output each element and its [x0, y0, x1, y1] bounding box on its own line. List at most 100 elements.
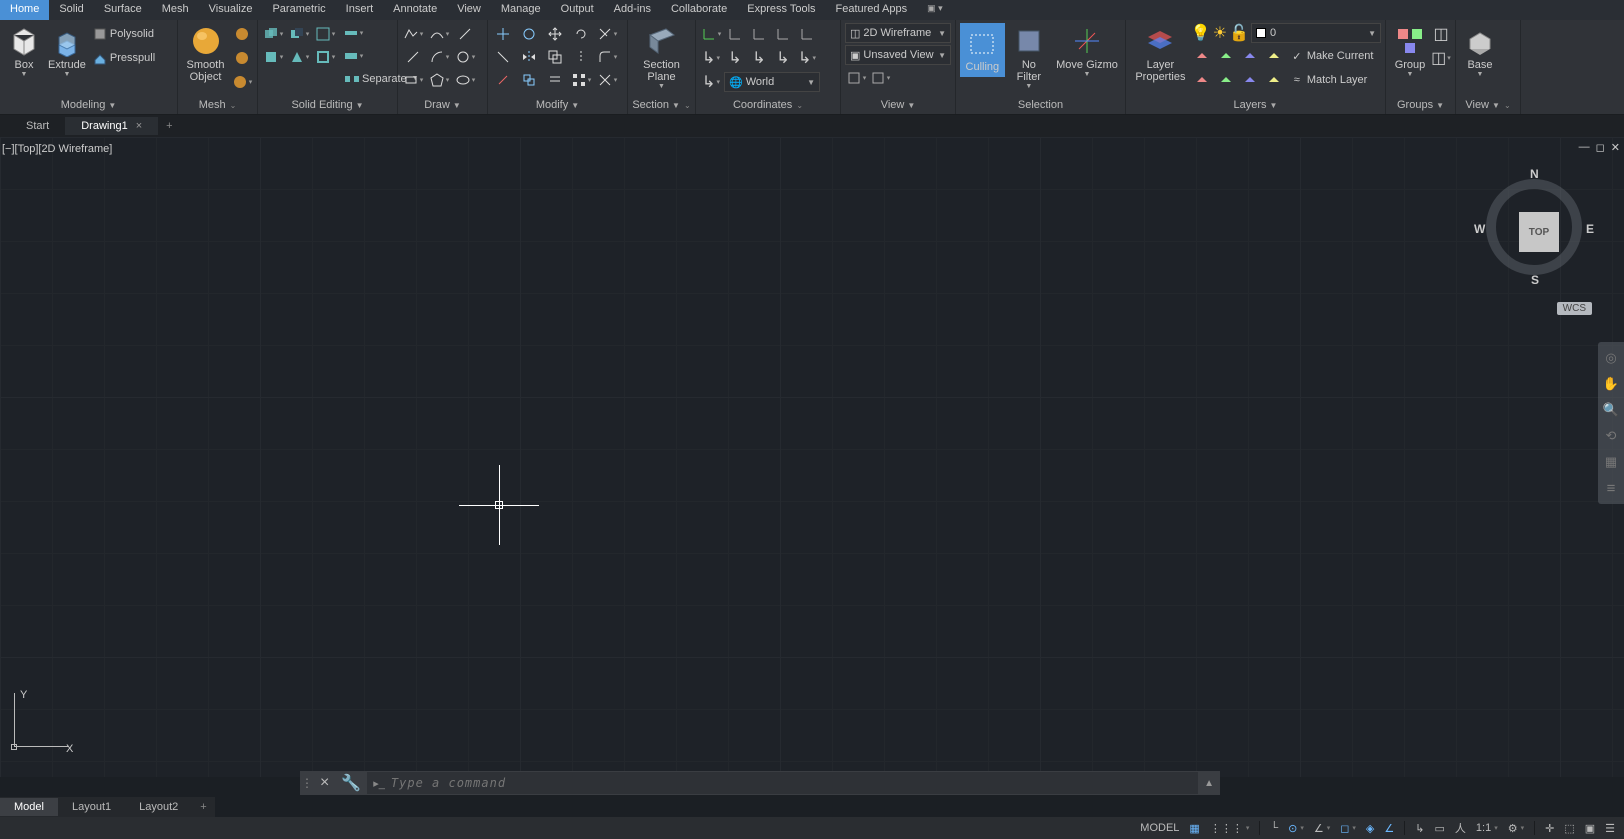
ucs-origin-icon[interactable] — [796, 23, 818, 45]
tab-solid[interactable]: Solid — [49, 0, 93, 20]
panel-modeling-title[interactable]: Modeling▼ — [0, 97, 177, 114]
layer-frz-icon[interactable] — [1239, 45, 1261, 67]
panel-view2-title[interactable]: View▼⌄ — [1456, 97, 1520, 114]
mesh-more-icon[interactable] — [231, 23, 253, 45]
ucs-named-icon[interactable]: ↳ — [700, 71, 722, 93]
presspull-button[interactable]: Presspull — [90, 47, 157, 69]
align-icon[interactable] — [492, 46, 514, 68]
mirror3d-icon[interactable] — [518, 46, 540, 68]
nav-more-icon[interactable]: ≡ — [1601, 478, 1621, 498]
mirror-icon[interactable] — [570, 46, 592, 68]
array-icon[interactable] — [570, 69, 592, 91]
spline-icon[interactable] — [428, 23, 450, 45]
cmdline-close-icon[interactable]: × — [314, 774, 335, 792]
status-clean-icon[interactable]: ▣ — [1582, 817, 1598, 839]
panel-draw-title[interactable]: Draw▼ — [398, 97, 487, 114]
saved-view-select[interactable]: ▣ Unsaved View▼ — [845, 45, 951, 65]
status-osnap-icon[interactable]: ◻ — [1337, 817, 1359, 839]
cmdline-grip-icon[interactable]: ⋮ — [300, 776, 314, 790]
move3d-icon[interactable] — [492, 23, 514, 45]
ucs-view-icon[interactable]: ↳ — [772, 47, 794, 69]
command-input[interactable] — [391, 776, 1192, 790]
box-button[interactable]: Box ▼ — [4, 23, 44, 80]
ucs-face-icon[interactable] — [772, 23, 794, 45]
rotate-icon[interactable] — [570, 23, 592, 45]
base-button[interactable]: Base ▼ — [1460, 23, 1500, 80]
layer-on-icon[interactable] — [1191, 69, 1213, 91]
status-ortho-icon[interactable]: └ — [1267, 817, 1281, 839]
rotate3d-icon[interactable] — [518, 23, 540, 45]
view2-icon[interactable] — [869, 67, 891, 89]
taper-face-icon[interactable] — [288, 46, 310, 68]
ucs-y-icon[interactable]: ↳ — [724, 47, 746, 69]
tab-visualize[interactable]: Visualize — [199, 0, 263, 20]
visual-style-select[interactable]: ◫ 2D Wireframe▼ — [845, 23, 951, 43]
tab-addins[interactable]: Add-ins — [604, 0, 661, 20]
tab-annotate[interactable]: Annotate — [383, 0, 447, 20]
tab-home[interactable]: Home — [0, 0, 49, 20]
trim-icon[interactable] — [596, 23, 618, 45]
make-current-button[interactable]: ✓ Make Current — [1287, 45, 1376, 67]
status-3dosnap-icon[interactable]: ◈ — [1363, 817, 1377, 839]
view-cube[interactable]: TOP N S E W — [1474, 167, 1594, 287]
status-hw-icon[interactable]: ⬚ — [1561, 817, 1577, 839]
line-icon[interactable] — [454, 23, 476, 45]
cmdline-history-icon[interactable]: ▲ — [1198, 778, 1220, 789]
layout-tab-add[interactable]: + — [192, 798, 214, 816]
viewport-controls[interactable]: [−][Top][2D Wireframe] — [2, 143, 112, 155]
panel-section-title[interactable]: Section▼⌄ — [628, 97, 695, 114]
layer-uniso-icon[interactable] — [1215, 69, 1237, 91]
status-polar-icon[interactable]: ⊙ — [1285, 817, 1307, 839]
panel-modify-title[interactable]: Modify▼ — [488, 97, 627, 114]
ungroup-icon[interactable]: ◫ — [1430, 23, 1452, 45]
smooth-object-button[interactable]: Smooth Object — [182, 23, 229, 85]
tab-view[interactable]: View — [447, 0, 491, 20]
layer-iso-icon[interactable] — [1215, 45, 1237, 67]
line2-icon[interactable] — [402, 46, 424, 68]
status-dyn-icon[interactable]: ▭ — [1431, 817, 1447, 839]
sun-icon[interactable]: ☀ — [1213, 23, 1227, 43]
panel-coord-title[interactable]: Coordinates⌄ — [696, 97, 840, 114]
compass-s[interactable]: S — [1531, 273, 1539, 287]
panel-groups-title[interactable]: Groups▼ — [1386, 97, 1455, 114]
scale3d-icon[interactable] — [518, 69, 540, 91]
status-otrack-icon[interactable]: ∠ — [1381, 817, 1397, 839]
tab-featured[interactable]: Featured Apps — [826, 0, 918, 20]
arc-icon[interactable] — [428, 46, 450, 68]
layer-select[interactable]: 0▼ — [1251, 23, 1381, 43]
slice-icon[interactable] — [342, 23, 364, 44]
nofilter-button[interactable]: No Filter ▼ — [1005, 23, 1053, 92]
thicken-icon[interactable] — [342, 46, 364, 67]
ucs-obj-icon[interactable]: ↳ — [796, 47, 818, 69]
compass-e[interactable]: E — [1586, 222, 1594, 236]
extrude-face-icon[interactable] — [262, 46, 284, 68]
ucs-x-icon[interactable]: ↳ — [700, 47, 722, 69]
tab-start[interactable]: Start — [10, 117, 65, 135]
cmdline-customize-icon[interactable]: 🔧 — [335, 773, 367, 793]
lock-icon[interactable]: 🔓 — [1229, 23, 1249, 43]
copy-icon[interactable] — [544, 46, 566, 68]
tab-close-icon[interactable]: × — [136, 120, 142, 132]
ucs-world-icon[interactable] — [724, 23, 746, 45]
compass-w[interactable]: W — [1474, 222, 1485, 236]
status-snapgrid-icon[interactable]: ⋮⋮⋮ — [1207, 817, 1253, 839]
ucs-icon[interactable] — [700, 23, 722, 45]
mesh-less-icon[interactable] — [231, 47, 253, 69]
group-button[interactable]: Group ▼ — [1390, 23, 1430, 80]
rectangle-icon[interactable] — [402, 69, 424, 91]
panel-solidedit-title[interactable]: Solid Editing▼ — [258, 97, 397, 114]
status-scale[interactable]: 1:1 — [1473, 817, 1501, 839]
extrude-button[interactable]: Extrude ▼ — [44, 23, 90, 80]
polygon-icon[interactable] — [428, 69, 450, 91]
status-gear-icon[interactable]: ⚙ — [1505, 817, 1527, 839]
vp-close-icon[interactable]: ✕ — [1611, 141, 1620, 154]
layout-tab-model[interactable]: Model — [0, 798, 58, 816]
shell-icon[interactable] — [314, 46, 336, 68]
panel-view-title[interactable]: View▼ — [841, 97, 955, 114]
drawing-viewport[interactable]: [−][Top][2D Wireframe] Y X TOP N S E W W… — [0, 137, 1624, 777]
group-edit-icon[interactable]: ◫ — [1430, 47, 1452, 69]
compass-n[interactable]: N — [1530, 167, 1539, 181]
panel-mesh-title[interactable]: Mesh⌄ — [178, 97, 257, 114]
layout-tab-layout2[interactable]: Layout2 — [125, 798, 192, 816]
explode-icon[interactable] — [596, 69, 618, 91]
